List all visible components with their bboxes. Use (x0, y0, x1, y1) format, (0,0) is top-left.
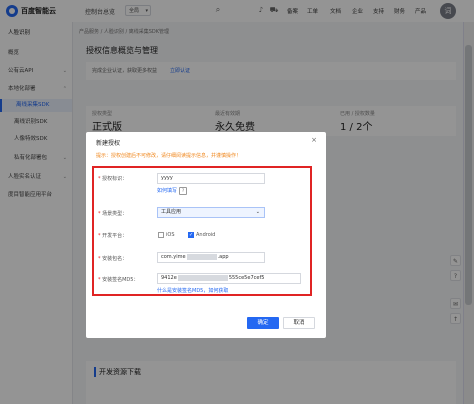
md5-label-text: 安装签名MD5： (102, 277, 139, 283)
platform-label-text: 开发平台： (102, 233, 128, 239)
question-icon[interactable]: ? (179, 187, 188, 195)
platform-label: * 开发平台： (98, 233, 128, 239)
dialog-warning: 提示：授权创建后不可修改，请仔细阅读提示信息，并谨慎操作！ (96, 153, 242, 159)
how-to-fill-link[interactable]: 如何填写 (157, 188, 177, 194)
android-label: Android (196, 232, 216, 238)
scene-label: * 场景类型： (98, 211, 128, 217)
redacted-block (177, 274, 228, 281)
package-suffix: .app (217, 254, 229, 260)
package-label-text: 安装包名： (102, 256, 128, 262)
md5-label: * 安装签名MD5： (98, 277, 139, 283)
ios-label: iOS (166, 232, 175, 238)
confirm-button[interactable]: 确定 (247, 317, 279, 329)
md5-suffix: 555ce5e7cef5 (228, 275, 265, 281)
md5-prefix: 9412e (161, 275, 177, 281)
auth-id-help: 如何填写? (157, 187, 188, 195)
scene-select[interactable]: 工具应用 ⌄ (157, 207, 265, 218)
cancel-button[interactable]: 取消 (283, 317, 315, 329)
close-icon[interactable]: × (309, 135, 319, 145)
ios-checkbox[interactable] (158, 232, 164, 238)
md5-help-link[interactable]: 什么是安装签名MD5，如何获取 (157, 287, 228, 294)
dialog-title: 新建授权 (96, 140, 121, 147)
android-checkbox[interactable]: ✓ (188, 232, 194, 238)
chevron-down-icon: ⌄ (255, 209, 260, 215)
scene-value: 工具应用 (161, 209, 182, 215)
md5-input[interactable]: 9412e 555ce5e7cef5 (157, 273, 301, 284)
redacted-block (186, 253, 217, 260)
package-label: * 安装包名： (98, 256, 128, 262)
auth-id-label: * 授权标识： (98, 176, 128, 182)
package-input[interactable]: com.yime .app (157, 252, 265, 263)
auth-id-label-text: 授权标识： (102, 176, 128, 182)
auth-id-input[interactable]: yyyy (157, 173, 265, 184)
scene-label-text: 场景类型： (102, 211, 128, 217)
package-prefix: com.yime (161, 254, 186, 260)
